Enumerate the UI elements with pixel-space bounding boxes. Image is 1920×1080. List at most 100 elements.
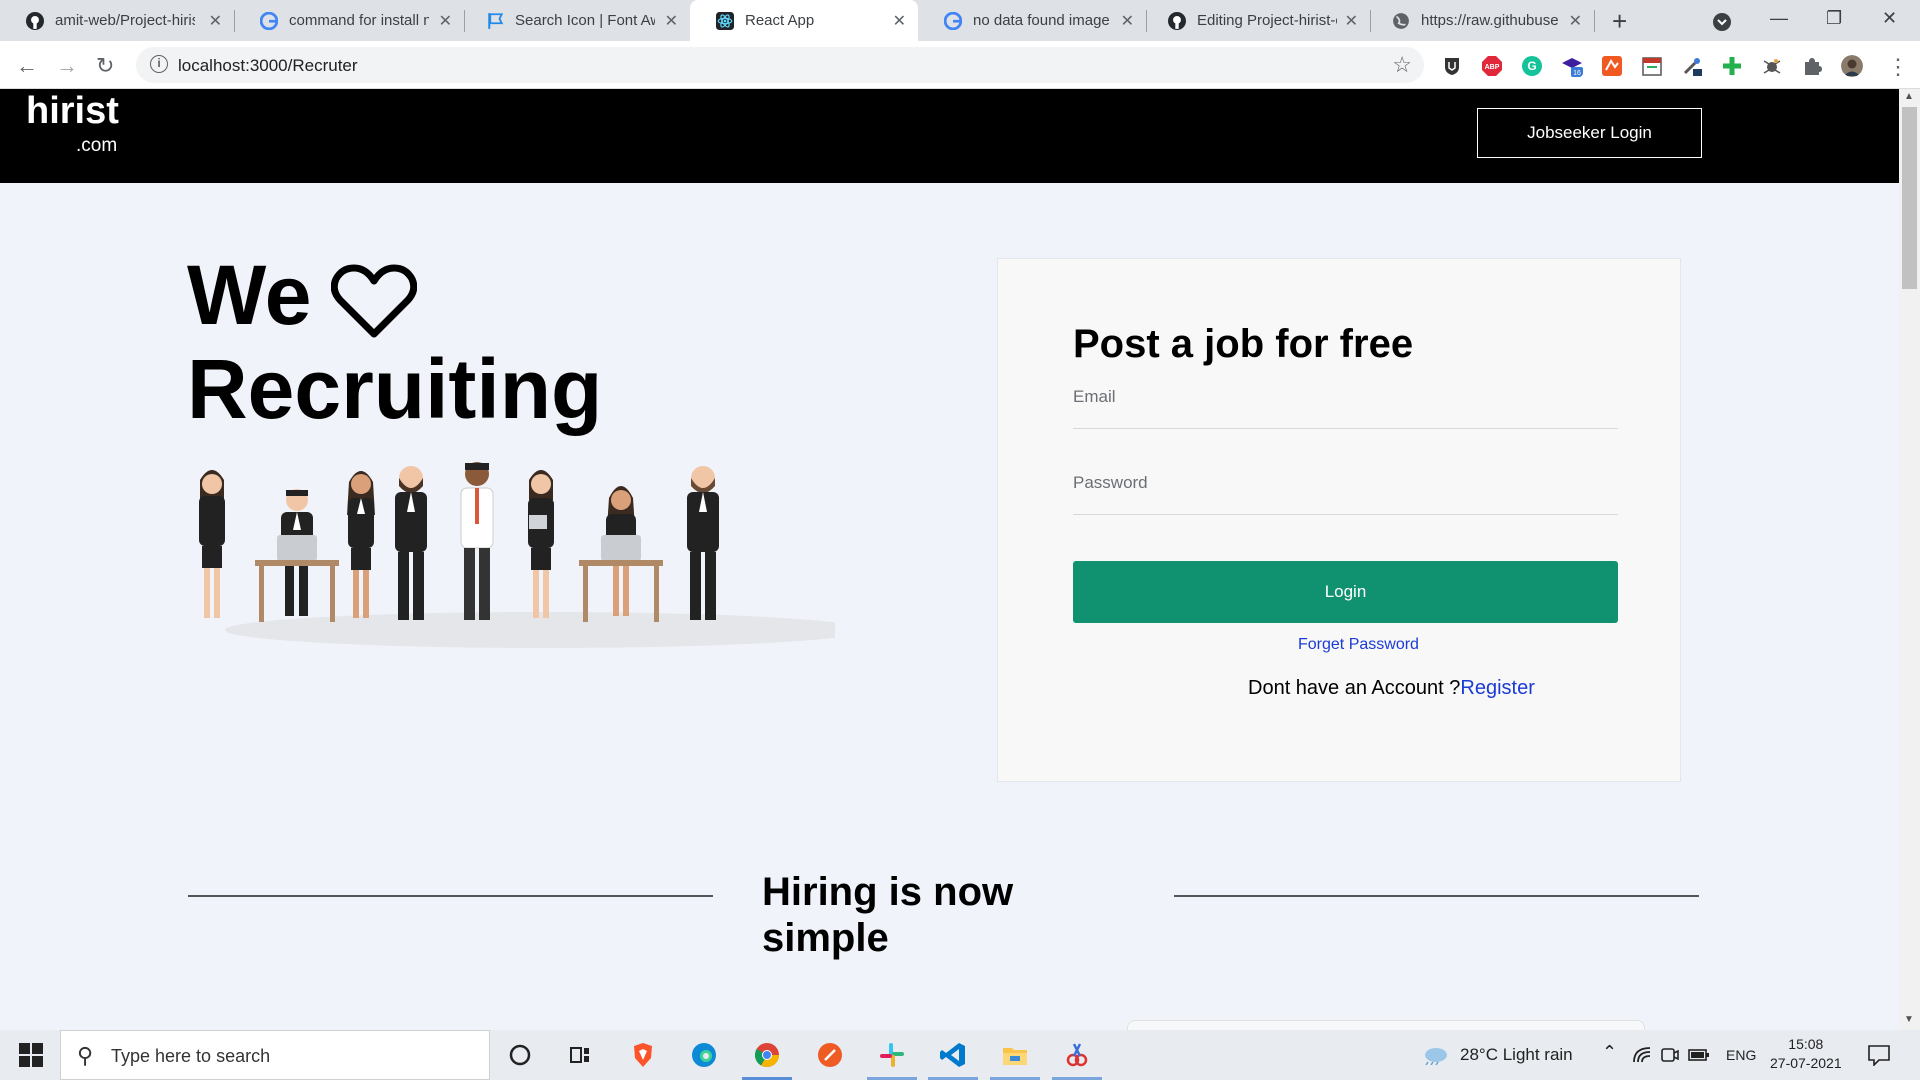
recruiters-illustration — [199, 462, 835, 648]
weather-text[interactable]: 28°C Light rain — [1460, 1045, 1573, 1065]
edge-browser-icon[interactable] — [689, 1040, 719, 1070]
brave-browser-icon[interactable] — [628, 1040, 658, 1070]
section-heading: Hiring is now simple — [762, 869, 1013, 961]
close-icon[interactable]: ✕ — [893, 11, 906, 31]
scroll-down-icon[interactable]: ▼ — [1904, 1014, 1914, 1025]
minimize-icon[interactable]: — — [1770, 8, 1788, 29]
notification-center-icon[interactable] — [1867, 1044, 1891, 1066]
browser-tab-strip: amit-web/Project-hiris ✕ command for ins… — [0, 0, 1920, 41]
windows-start-icon[interactable] — [19, 1043, 43, 1067]
graduation-extension-icon[interactable]: 16 — [1561, 55, 1583, 77]
person-figure — [460, 462, 494, 620]
person-figure — [255, 489, 339, 622]
task-view-icon[interactable] — [565, 1040, 595, 1070]
email-underline — [1073, 428, 1618, 429]
url-text[interactable]: localhost:3000/Recruter — [178, 56, 358, 76]
tab-title: React App — [745, 12, 815, 29]
taskbar-search-box[interactable]: ⚲ Type here to search — [60, 1030, 490, 1080]
flag-icon — [488, 13, 504, 29]
svg-text:ABP: ABP — [1485, 64, 1500, 71]
window-close-icon[interactable]: ✕ — [1882, 8, 1897, 29]
plus-extension-icon[interactable] — [1721, 55, 1743, 77]
hero-line-recruiting: Recruiting — [187, 342, 603, 436]
forward-icon[interactable]: → — [56, 53, 78, 79]
weather-cloud-icon[interactable] — [1422, 1045, 1450, 1065]
cortana-icon[interactable] — [505, 1040, 535, 1070]
page-scrollbar[interactable]: ▲ ▼ — [1899, 89, 1920, 1030]
slack-icon[interactable] — [877, 1040, 907, 1070]
restore-icon[interactable]: ❐ — [1826, 8, 1842, 29]
meet-now-icon[interactable] — [1660, 1045, 1680, 1065]
postman-icon[interactable] — [815, 1040, 845, 1070]
calendar-extension-icon[interactable] — [1641, 55, 1663, 77]
person-figure — [347, 471, 375, 618]
register-link[interactable]: Register — [1460, 677, 1534, 699]
browser-tab[interactable]: command for install n ✕ — [234, 0, 464, 41]
svg-text:16: 16 — [1573, 70, 1581, 77]
email-field[interactable] — [1073, 384, 1618, 424]
github-icon — [26, 12, 44, 30]
address-bar[interactable]: i localhost:3000/Recruter ☆ — [136, 47, 1424, 83]
close-icon[interactable]: ✕ — [1345, 11, 1358, 31]
heart-outline-icon — [331, 264, 418, 338]
google-icon — [944, 12, 962, 30]
browser-tab[interactable]: Search Icon | Font Aw ✕ — [460, 0, 690, 41]
battery-icon[interactable] — [1688, 1047, 1710, 1063]
password-field[interactable] — [1073, 470, 1618, 510]
site-logo[interactable]: hirist — [26, 90, 119, 133]
shield-extension-icon[interactable] — [1441, 55, 1463, 77]
language-indicator[interactable]: ENG — [1726, 1047, 1756, 1063]
search-icon: ⚲ — [77, 1043, 94, 1068]
vscode-icon[interactable] — [938, 1040, 968, 1070]
scroll-up-icon[interactable]: ▲ — [1904, 91, 1914, 102]
browser-tab[interactable]: Editing Project-hirist-c ✕ — [1142, 0, 1370, 41]
card-title: Post a job for free — [1073, 322, 1414, 366]
jobseeker-login-button[interactable]: Jobseeker Login — [1477, 108, 1702, 158]
taskbar-search-placeholder: Type here to search — [111, 1046, 271, 1066]
grammarly-extension-icon[interactable]: G — [1521, 55, 1543, 77]
close-icon[interactable]: ✕ — [209, 11, 222, 31]
person-figure — [687, 466, 719, 620]
close-icon[interactable]: ✕ — [439, 11, 452, 31]
new-tab-button[interactable]: + — [1612, 6, 1627, 37]
browser-tab[interactable]: amit-web/Project-hiris ✕ — [0, 0, 234, 41]
react-icon — [716, 12, 734, 30]
scroll-thumb[interactable] — [1902, 107, 1917, 289]
browser-toolbar: ← → ↻ i localhost:3000/Recruter ☆ — [0, 41, 1920, 89]
chrome-browser-icon[interactable] — [752, 1040, 782, 1070]
puzzle-extensions-icon[interactable] — [1801, 55, 1823, 77]
back-icon[interactable]: ← — [16, 53, 38, 79]
bookmark-star-icon[interactable]: ☆ — [1392, 52, 1412, 78]
tab-title: amit-web/Project-hiris — [55, 12, 195, 29]
orange-extension-icon[interactable] — [1601, 55, 1623, 77]
browser-tab-active[interactable]: React App ✕ — [690, 0, 918, 41]
profile-avatar-icon[interactable] — [1841, 55, 1863, 77]
bug-extension-icon[interactable] — [1761, 55, 1783, 77]
section-divider-right — [1174, 895, 1699, 897]
close-icon[interactable]: ✕ — [1121, 11, 1134, 31]
site-logo-suffix: .com — [76, 135, 118, 156]
tray-chevron-icon[interactable]: ⌃ — [1602, 1042, 1617, 1063]
reload-icon[interactable]: ↻ — [96, 53, 114, 79]
close-icon[interactable]: ✕ — [1569, 11, 1582, 31]
browser-tab[interactable]: https://raw.githubuse ✕ — [1366, 0, 1594, 41]
adblock-extension-icon[interactable]: ABP — [1481, 55, 1503, 77]
person-figure — [579, 486, 663, 622]
close-icon[interactable]: ✕ — [665, 11, 678, 31]
clock-time: 15:08 — [1788, 1036, 1824, 1052]
taskbar-clock[interactable]: 15:08 27-07-2021 — [1770, 1035, 1842, 1073]
tab-search-icon[interactable] — [1712, 12, 1732, 32]
forget-password-link[interactable]: Forget Password — [1298, 636, 1419, 654]
snipping-tool-icon[interactable] — [1062, 1040, 1092, 1070]
site-info-icon[interactable]: i — [150, 55, 168, 73]
network-icon[interactable] — [1632, 1046, 1652, 1064]
file-explorer-icon[interactable] — [1000, 1040, 1030, 1070]
tab-title: no data found image — [973, 12, 1110, 29]
password-underline — [1073, 514, 1618, 515]
browser-tab[interactable]: no data found image ✕ — [918, 0, 1146, 41]
login-button[interactable]: Login — [1073, 561, 1618, 623]
eyedropper-extension-icon[interactable] — [1681, 55, 1703, 77]
github-icon — [1168, 12, 1186, 30]
windows-taskbar: ⚲ Type here to search 28°C Light rain ⌃ … — [0, 1030, 1920, 1080]
kebab-menu-icon[interactable]: ⋮ — [1887, 54, 1909, 80]
